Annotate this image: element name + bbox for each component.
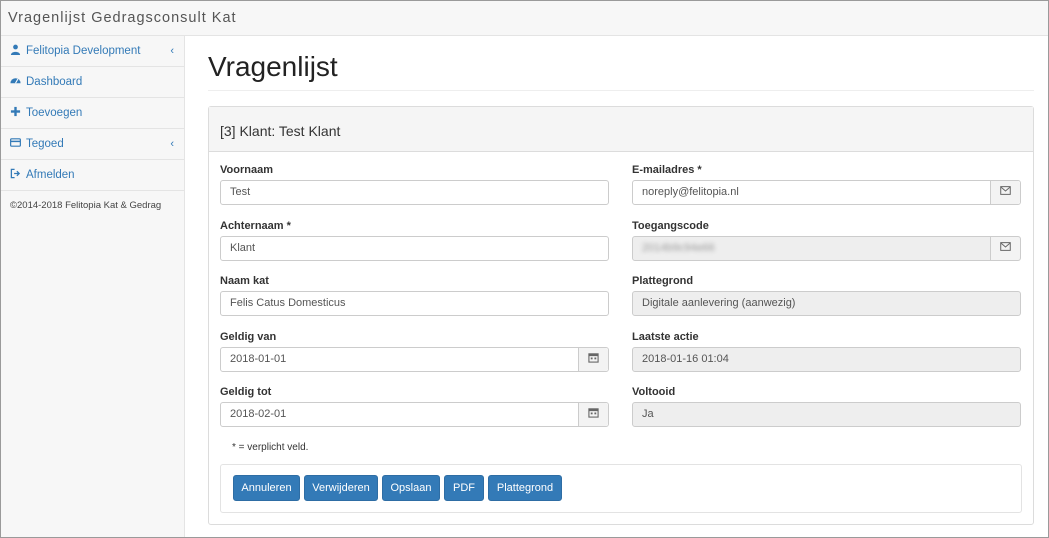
geldig-tot-group: Geldig tot 2018-02-01: [220, 386, 609, 427]
sidebar-item-dashboard[interactable]: Dashboard: [1, 67, 184, 98]
user-icon: [10, 44, 21, 55]
main-content: Vragenlijst [3] Klant: Test Klant Voorna…: [208, 36, 1034, 525]
plattegrond-input: Digitale aanlevering (aanwezig): [632, 291, 1021, 316]
email-label: E-mailadres *: [632, 164, 702, 176]
voltooid-group: Voltooid Ja: [632, 386, 1021, 427]
geldig-tot-value: 2018-02-01: [230, 408, 287, 420]
email-group: E-mailadres * noreply@felitopia.nl: [632, 164, 1021, 205]
sidebar-item-label: Felitopia Development: [26, 45, 141, 57]
voornaam-value: Test: [230, 186, 251, 198]
calendar-icon[interactable]: [578, 403, 608, 426]
achternaam-input[interactable]: Klant: [220, 236, 609, 261]
panel-title: [3] Klant: Test Klant: [209, 107, 1033, 152]
voltooid-input: Ja: [632, 402, 1021, 427]
action-bar: Annuleren Verwijderen Opslaan PDF Platte…: [220, 464, 1022, 513]
toegangscode-value: 2014b9c94e66: [642, 242, 715, 254]
sidebar-item-label: Dashboard: [26, 76, 83, 88]
toegangscode-label: Toegangscode: [632, 220, 709, 232]
achternaam-label: Achternaam *: [220, 220, 291, 232]
sidebar-item-label: Toevoegen: [26, 107, 83, 119]
sign-out-icon: [10, 168, 21, 179]
chevron-left-icon[interactable]: ‹: [170, 129, 174, 159]
page-title: Vragenlijst: [208, 52, 1034, 91]
geldig-van-label: Geldig van: [220, 331, 277, 343]
app-title[interactable]: Vragenlijst Gedragsconsult Kat: [8, 10, 237, 26]
copyright-text: ©2014-2018 Felitopia Kat & Gedrag: [10, 200, 162, 211]
toegangscode-group: Toegangscode 2014b9c94e66: [632, 220, 1021, 261]
email-field[interactable]: noreply@felitopia.nl: [632, 180, 1021, 205]
laatste-actie-label: Laatste actie: [632, 331, 699, 343]
naam-kat-input[interactable]: Felis Catus Domesticus: [220, 291, 609, 316]
toegangscode-input[interactable]: 2014b9c94e66: [632, 236, 1021, 261]
envelope-icon[interactable]: [990, 237, 1020, 260]
plattegrond-value: Digitale aanlevering (aanwezig): [642, 297, 796, 309]
credit-card-icon: [10, 138, 21, 147]
voornaam-input[interactable]: Test: [220, 180, 609, 205]
geldig-van-group: Geldig van 2018-01-01: [220, 331, 609, 372]
geldig-van-input[interactable]: 2018-01-01: [220, 347, 609, 372]
plus-icon: [10, 106, 21, 117]
sidebar-item-toevoegen[interactable]: Toevoegen: [1, 98, 184, 129]
voltooid-label: Voltooid: [632, 386, 676, 398]
dashboard-icon: [10, 78, 21, 84]
voornaam-label: Voornaam: [220, 164, 273, 176]
sidebar-item-label: Afmelden: [26, 169, 75, 181]
sidebar-item-label: Tegoed: [26, 138, 64, 150]
top-navbar: Vragenlijst Gedragsconsult Kat: [1, 1, 1048, 36]
achternaam-value: Klant: [230, 242, 256, 254]
plattegrond-label: Plattegrond: [632, 275, 694, 287]
plattegrond-group: Plattegrond Digitale aanlevering (aanwez…: [632, 275, 1021, 316]
achternaam-group: Achternaam * Klant: [220, 220, 609, 261]
geldig-tot-input[interactable]: 2018-02-01: [220, 402, 609, 427]
naam-kat-value: Felis Catus Domesticus: [230, 297, 346, 309]
pdf-button[interactable]: PDF: [444, 475, 484, 501]
laatste-actie-group: Laatste actie 2018-01-16 01:04: [632, 331, 1021, 372]
sidebar-item-user[interactable]: Felitopia Development ‹: [1, 36, 184, 67]
email-value: noreply@felitopia.nl: [642, 186, 739, 198]
calendar-icon[interactable]: [578, 348, 608, 371]
laatste-actie-input: 2018-01-16 01:04: [632, 347, 1021, 372]
sidebar-item-tegoed[interactable]: Tegoed ‹: [1, 129, 184, 160]
naam-kat-label: Naam kat: [220, 275, 269, 287]
chevron-left-icon[interactable]: ‹: [170, 36, 174, 66]
voornaam-group: Voornaam Test: [220, 164, 609, 205]
laatste-actie-value: 2018-01-16 01:04: [642, 353, 729, 365]
sidebar-item-afmelden[interactable]: Afmelden: [1, 160, 184, 191]
geldig-van-value: 2018-01-01: [230, 353, 287, 365]
sidebar: Felitopia Development ‹ Dashboard Toevoe…: [1, 36, 185, 537]
annuleren-button[interactable]: Annuleren: [233, 475, 300, 501]
geldig-tot-label: Geldig tot: [220, 386, 272, 398]
naam-kat-group: Naam kat Felis Catus Domesticus: [220, 275, 609, 316]
opslaan-button[interactable]: Opslaan: [382, 475, 440, 501]
plattegrond-button[interactable]: Plattegrond: [488, 475, 562, 501]
voltooid-value: Ja: [642, 408, 654, 420]
required-field-note: * = verplicht veld.: [232, 442, 309, 453]
verwijderen-button[interactable]: Verwijderen: [304, 475, 378, 501]
envelope-icon[interactable]: [990, 181, 1020, 204]
klant-panel: [3] Klant: Test Klant Voornaam Test Acht…: [208, 106, 1034, 525]
